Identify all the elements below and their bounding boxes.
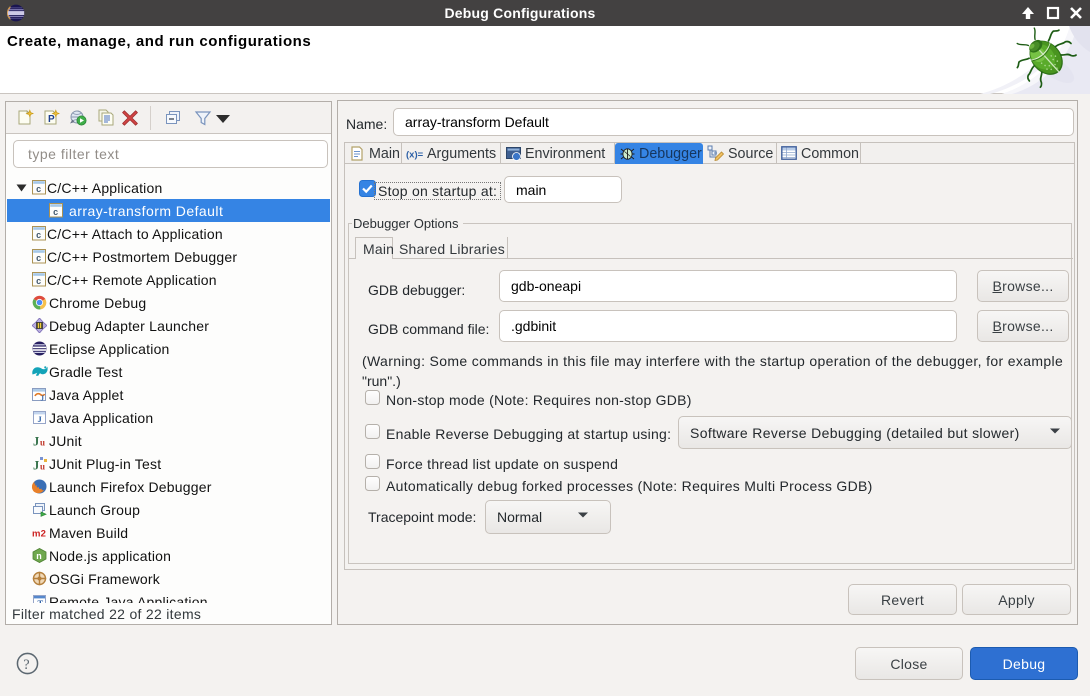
svg-text:u: u bbox=[40, 462, 45, 472]
svg-text:?: ? bbox=[23, 657, 29, 673]
svg-text:(x)=: (x)= bbox=[406, 150, 424, 161]
svg-text:J: J bbox=[33, 435, 39, 449]
svg-text:J: J bbox=[33, 459, 39, 472]
svg-text:m2: m2 bbox=[32, 529, 46, 540]
svg-text:T: T bbox=[38, 598, 44, 603]
svg-text:J: J bbox=[41, 395, 45, 403]
svg-text:P: P bbox=[48, 114, 55, 125]
svg-text:u: u bbox=[40, 438, 45, 448]
svg-text:J: J bbox=[38, 414, 43, 424]
svg-text:n: n bbox=[36, 551, 42, 561]
